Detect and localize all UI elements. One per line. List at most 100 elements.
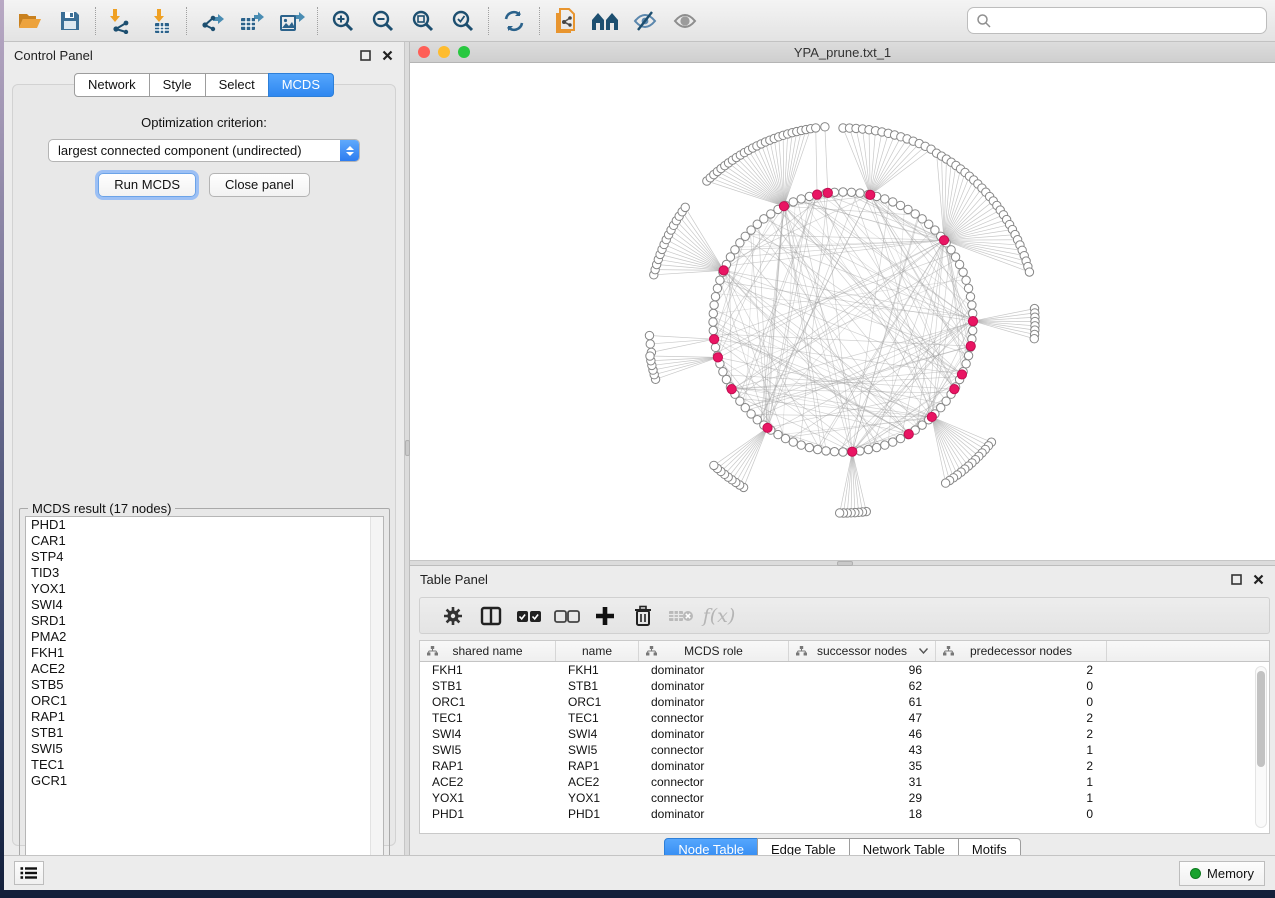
import-network-icon[interactable]	[101, 3, 141, 39]
tab-style[interactable]: Style	[149, 73, 206, 97]
mcds-result-item[interactable]: YOX1	[26, 581, 383, 597]
graph-node[interactable]	[959, 268, 967, 276]
cell-MCDS-role[interactable]: dominator	[639, 807, 789, 821]
tab-select[interactable]: Select	[205, 73, 269, 97]
graph-node-mcds[interactable]	[719, 266, 728, 275]
memory-button[interactable]: Memory	[1179, 861, 1265, 886]
close-panel-button[interactable]: Close panel	[209, 173, 310, 197]
graph-node[interactable]	[711, 343, 719, 351]
graph-node[interactable]	[709, 318, 717, 326]
cell-shared-name[interactable]: FKH1	[420, 663, 556, 677]
graph-node[interactable]	[805, 443, 813, 451]
column-header-shared-name[interactable]: shared name	[420, 641, 556, 661]
graph-node[interactable]	[709, 326, 717, 334]
mcds-result-item[interactable]: STP4	[26, 549, 383, 565]
first-neighbors-icon[interactable]	[585, 3, 625, 39]
cell-shared-name[interactable]: PHD1	[420, 807, 556, 821]
cell-shared-name[interactable]: TEC1	[420, 711, 556, 725]
table-row[interactable]: YOX1YOX1connector291	[420, 790, 1269, 806]
table-row[interactable]: SWI5SWI5connector431	[420, 742, 1269, 758]
graph-node-mcds[interactable]	[927, 412, 936, 421]
graph-node[interactable]	[955, 260, 963, 268]
graph-node-mcds[interactable]	[968, 316, 977, 325]
cell-MCDS-role[interactable]: dominator	[639, 695, 789, 709]
column-header-predecessor-nodes[interactable]: predecessor nodes	[936, 641, 1107, 661]
export-network-file-icon[interactable]	[545, 3, 585, 39]
graph-node-mcds[interactable]	[713, 353, 722, 362]
column-layout-icon[interactable]	[472, 601, 510, 631]
graph-node[interactable]	[797, 195, 805, 203]
import-table-icon[interactable]	[141, 3, 181, 39]
graph-node-mcds[interactable]	[950, 385, 959, 394]
mcds-result-item[interactable]: SWI4	[26, 597, 383, 613]
graph-node[interactable]	[881, 195, 889, 203]
cell-name[interactable]: RAP1	[556, 759, 639, 773]
mcds-result-item[interactable]: RAP1	[26, 709, 383, 725]
scrollbar-thumb[interactable]	[1257, 671, 1265, 767]
cell-predecessor-nodes[interactable]: 2	[936, 711, 1107, 725]
cell-MCDS-role[interactable]: connector	[639, 743, 789, 757]
cell-successor-nodes[interactable]: 62	[789, 679, 936, 693]
graph-node[interactable]	[889, 198, 897, 206]
graph-node[interactable]	[839, 448, 847, 456]
graph-node-mcds[interactable]	[763, 423, 772, 432]
graph-node[interactable]	[646, 352, 654, 360]
export-table-icon[interactable]	[232, 3, 272, 39]
graph-node-mcds[interactable]	[812, 190, 821, 199]
mcds-result-item[interactable]: STB1	[26, 725, 383, 741]
graph-node[interactable]	[789, 438, 797, 446]
cell-MCDS-role[interactable]: connector	[639, 711, 789, 725]
graph-node[interactable]	[839, 188, 847, 196]
cell-shared-name[interactable]: ORC1	[420, 695, 556, 709]
float-panel-icon[interactable]	[359, 49, 372, 62]
tab-network[interactable]: Network	[74, 73, 150, 97]
graph-node[interactable]	[969, 326, 977, 334]
graph-node-mcds[interactable]	[957, 370, 966, 379]
hide-selected-icon[interactable]	[625, 3, 665, 39]
graph-node[interactable]	[964, 351, 972, 359]
table-row[interactable]: PHD1PHD1dominator180	[420, 806, 1269, 822]
cell-successor-nodes[interactable]: 46	[789, 727, 936, 741]
cell-successor-nodes[interactable]: 18	[789, 807, 936, 821]
graph-node[interactable]	[710, 301, 718, 309]
zoom-selected-icon[interactable]	[443, 3, 483, 39]
table-row[interactable]: RAP1RAP1dominator352	[420, 758, 1269, 774]
tab-mcds[interactable]: MCDS	[268, 73, 334, 97]
mcds-result-item[interactable]: GCR1	[26, 773, 383, 789]
cell-successor-nodes[interactable]: 29	[789, 791, 936, 805]
cell-name[interactable]: STB1	[556, 679, 639, 693]
graph-node[interactable]	[645, 331, 653, 339]
graph-node[interactable]	[709, 309, 717, 317]
cell-MCDS-role[interactable]: dominator	[639, 679, 789, 693]
graph-node-mcds[interactable]	[727, 385, 736, 394]
cell-name[interactable]: ACE2	[556, 775, 639, 789]
cell-shared-name[interactable]: SWI4	[420, 727, 556, 741]
cell-successor-nodes[interactable]: 96	[789, 663, 936, 677]
network-canvas[interactable]	[410, 63, 1275, 560]
graph-node[interactable]	[716, 276, 724, 284]
graph-node[interactable]	[797, 441, 805, 449]
run-mcds-button[interactable]: Run MCDS	[98, 173, 196, 197]
table-row[interactable]: ACE2ACE2connector311	[420, 774, 1269, 790]
cell-successor-nodes[interactable]: 35	[789, 759, 936, 773]
graph-node[interactable]	[713, 284, 721, 292]
cell-name[interactable]: PHD1	[556, 807, 639, 821]
delete-column-icon[interactable]	[624, 601, 662, 631]
graph-node-mcds[interactable]	[939, 236, 948, 245]
cell-successor-nodes[interactable]: 43	[789, 743, 936, 757]
cell-name[interactable]: YOX1	[556, 791, 639, 805]
cell-name[interactable]: SWI4	[556, 727, 639, 741]
mcds-result-item[interactable]: ORC1	[26, 693, 383, 709]
column-header-name[interactable]: name	[556, 641, 639, 661]
graph-node[interactable]	[719, 368, 727, 376]
table-row[interactable]: FKH1FKH1dominator962	[420, 662, 1269, 678]
table-scrollbar[interactable]	[1255, 666, 1267, 828]
cell-shared-name[interactable]: ACE2	[420, 775, 556, 789]
graph-node[interactable]	[962, 360, 970, 368]
table-row[interactable]: SWI4SWI4dominator462	[420, 726, 1269, 742]
open-session-icon[interactable]	[10, 3, 50, 39]
mcds-result-item[interactable]: PHD1	[26, 517, 383, 533]
cell-name[interactable]: TEC1	[556, 711, 639, 725]
zoom-in-icon[interactable]	[323, 3, 363, 39]
network-titlebar[interactable]: YPA_prune.txt_1	[410, 42, 1275, 63]
